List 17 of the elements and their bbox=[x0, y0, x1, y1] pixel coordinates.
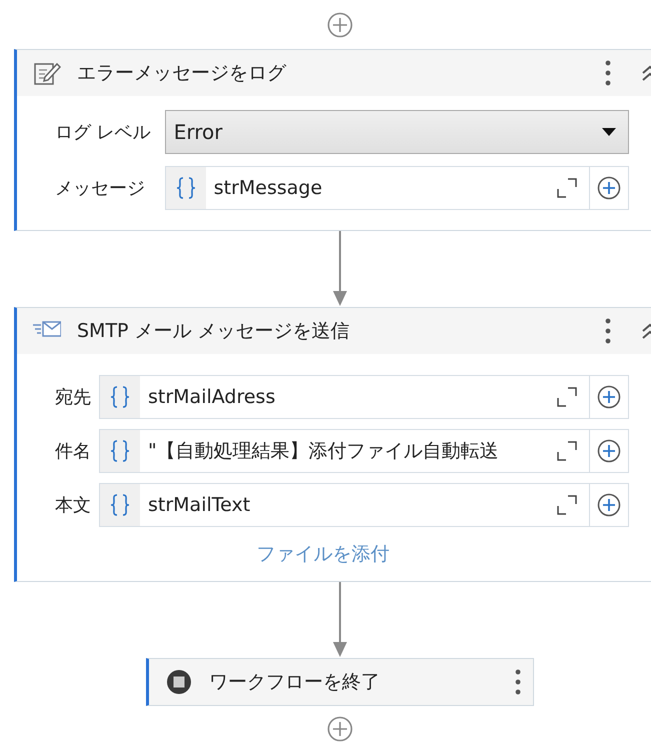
add-icon[interactable] bbox=[327, 716, 353, 742]
field-label: 宛先 bbox=[55, 386, 91, 409]
field-label: 本文 bbox=[55, 494, 91, 517]
activity-title: エラーメッセージをログ bbox=[77, 61, 288, 86]
field-label: ログ レベル bbox=[55, 121, 151, 144]
field-label: メッセージ bbox=[55, 177, 146, 200]
more-icon[interactable] bbox=[605, 317, 611, 345]
more-icon[interactable] bbox=[515, 668, 521, 696]
stop-icon bbox=[165, 668, 193, 696]
activity-title: SMTP メール メッセージを送信 bbox=[77, 319, 351, 344]
more-icon[interactable] bbox=[605, 59, 611, 87]
dropdown[interactable]: Error bbox=[164, 110, 629, 154]
add-icon[interactable] bbox=[327, 12, 353, 38]
activity-title: ワークフローを終了 bbox=[209, 670, 381, 695]
activity-card[interactable]: ワークフローを終了 bbox=[146, 658, 534, 706]
field-label: 件名 bbox=[55, 440, 91, 463]
dropdown-arrow-icon bbox=[602, 128, 616, 136]
